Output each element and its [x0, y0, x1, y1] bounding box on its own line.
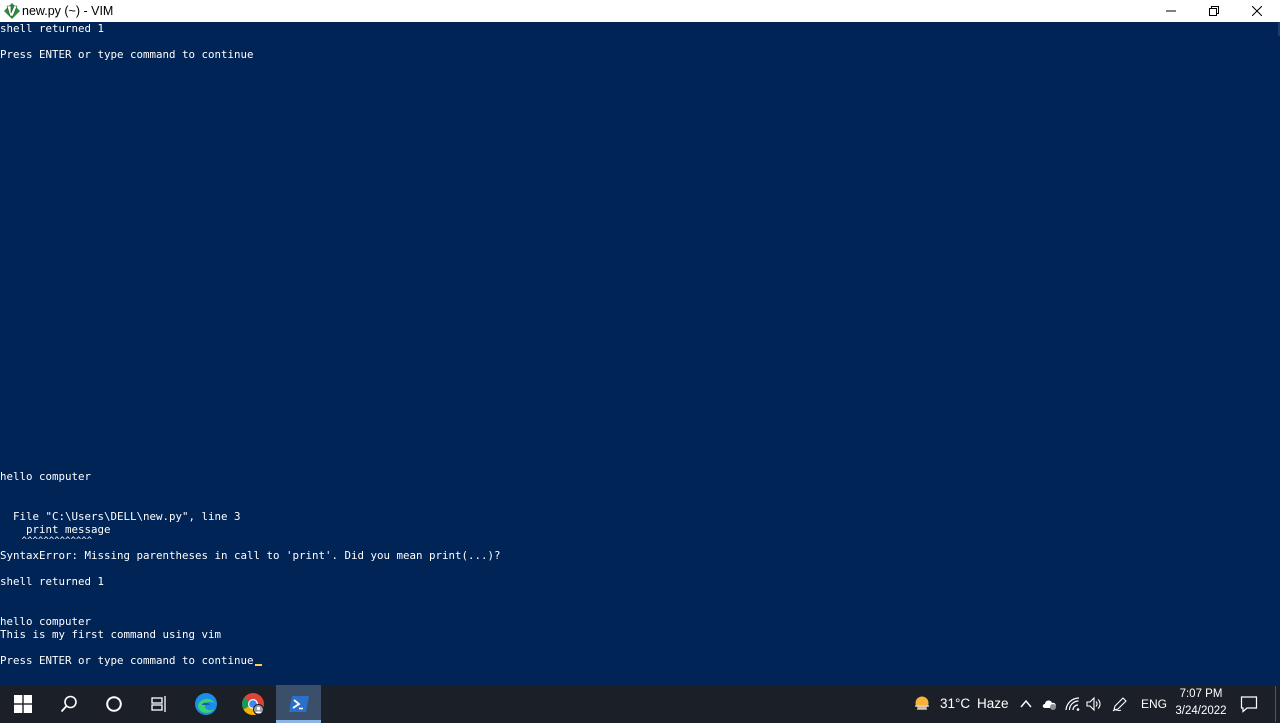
weather-condition[interactable]: Haze	[977, 696, 1009, 711]
cortana-circle-icon	[106, 696, 122, 712]
windows-logo-icon	[14, 695, 32, 713]
volume-icon[interactable]	[1086, 696, 1102, 712]
search-icon	[60, 695, 77, 713]
close-button[interactable]	[1234, 0, 1280, 22]
powershell-icon	[288, 696, 309, 712]
restore-button[interactable]	[1191, 0, 1237, 22]
terminal-line: Press ENTER or type command to continue	[0, 48, 254, 61]
terminal-line: This is my first command using vim	[0, 628, 222, 641]
start-button[interactable]	[0, 685, 46, 723]
window-title: new.py (~) - VIM	[22, 4, 114, 18]
clock-date[interactable]: 3/24/2022	[1170, 705, 1232, 717]
pen-ink-icon[interactable]	[1112, 696, 1128, 712]
minimize-icon	[1166, 10, 1176, 12]
terminal-prompt-line: Press ENTER or type command to continue	[0, 654, 262, 667]
weather-haze-icon[interactable]	[913, 695, 931, 713]
search-button[interactable]	[46, 685, 92, 723]
task-view-icon	[151, 696, 166, 712]
notification-center-icon[interactable]	[1240, 695, 1258, 713]
language-indicator[interactable]: ENG	[1141, 697, 1167, 711]
onedrive-cloud-icon[interactable]	[1041, 696, 1059, 712]
restore-icon	[1209, 6, 1219, 16]
window-title-bar[interactable]: new.py (~) - VIM	[0, 0, 1280, 22]
chrome-icon	[242, 693, 264, 715]
terminal-line: ^^^^^^^^^^^^^	[0, 536, 93, 546]
edge-taskbar-button[interactable]	[182, 685, 230, 723]
terminal-error-line: SyntaxError: Missing parentheses in call…	[0, 549, 501, 562]
cortana-button[interactable]	[92, 685, 136, 723]
terminal-prompt-text: Press ENTER or type command to continue	[0, 654, 254, 667]
terminal-line: shell returned 1	[0, 575, 105, 588]
chevron-up-icon[interactable]	[1018, 696, 1034, 712]
minimize-button[interactable]	[1148, 0, 1194, 22]
vim-app-icon	[4, 3, 20, 19]
task-view-button[interactable]	[136, 685, 182, 723]
terminal-line: File "C:\Users\DELL\new.py", line 3	[0, 510, 241, 523]
powershell-taskbar-button[interactable]	[276, 685, 321, 723]
terminal-line: hello computer	[0, 470, 92, 483]
show-desktop-divider[interactable]	[1275, 686, 1276, 722]
terminal-line: hello computer	[0, 615, 92, 628]
wifi-icon[interactable]	[1065, 696, 1081, 712]
clock-time[interactable]: 7:07 PM	[1170, 688, 1232, 700]
close-icon	[1252, 6, 1262, 16]
weather-temperature[interactable]: 31°C	[940, 696, 970, 711]
text-cursor	[254, 664, 262, 666]
vim-terminal-output[interactable]: shell returned 1 Press ENTER or type com…	[0, 22, 1280, 685]
chrome-taskbar-button[interactable]	[230, 685, 276, 723]
edge-icon	[195, 693, 217, 715]
terminal-line: shell returned 1	[0, 22, 105, 35]
